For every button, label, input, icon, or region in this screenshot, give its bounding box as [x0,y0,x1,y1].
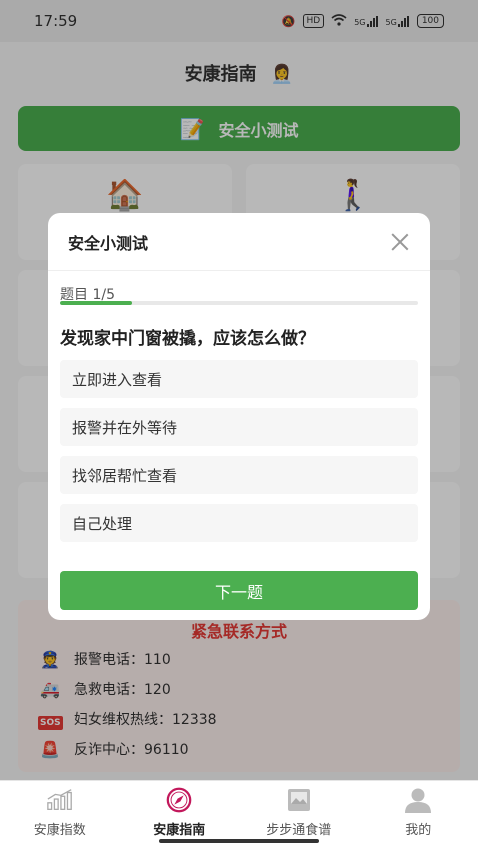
progress-fill [60,301,132,305]
compass-icon [165,787,193,813]
modal-title: 安全小测试 [68,233,149,253]
quiz-modal: 安全小测试 题目 1/5 发现家中门窗被撬，应该怎么做？ 立即进入查看 报警并在… [48,213,430,620]
progress-bar [60,301,418,305]
answer-option-3[interactable]: 找邻居帮忙查看 [60,456,418,494]
answer-options: 立即进入查看 报警并在外等待 找邻居帮忙查看 自己处理 [60,360,418,552]
answer-option-1[interactable]: 立即进入查看 [60,360,418,398]
next-question-button[interactable]: 下一题 [60,571,418,610]
tab-health-index[interactable]: 安康指数 [0,781,120,850]
question-text: 发现家中门窗被撬，应该怎么做？ [60,329,315,349]
modal-header: 安全小测试 [48,213,430,271]
tab-mine[interactable]: 我的 [359,781,478,850]
home-indicator[interactable] [159,839,319,843]
bar-chart-icon [46,787,74,813]
user-icon [404,787,432,813]
answer-option-2[interactable]: 报警并在外等待 [60,408,418,446]
recipe-book-icon [285,787,313,813]
close-icon[interactable] [390,232,410,252]
answer-option-4[interactable]: 自己处理 [60,504,418,542]
